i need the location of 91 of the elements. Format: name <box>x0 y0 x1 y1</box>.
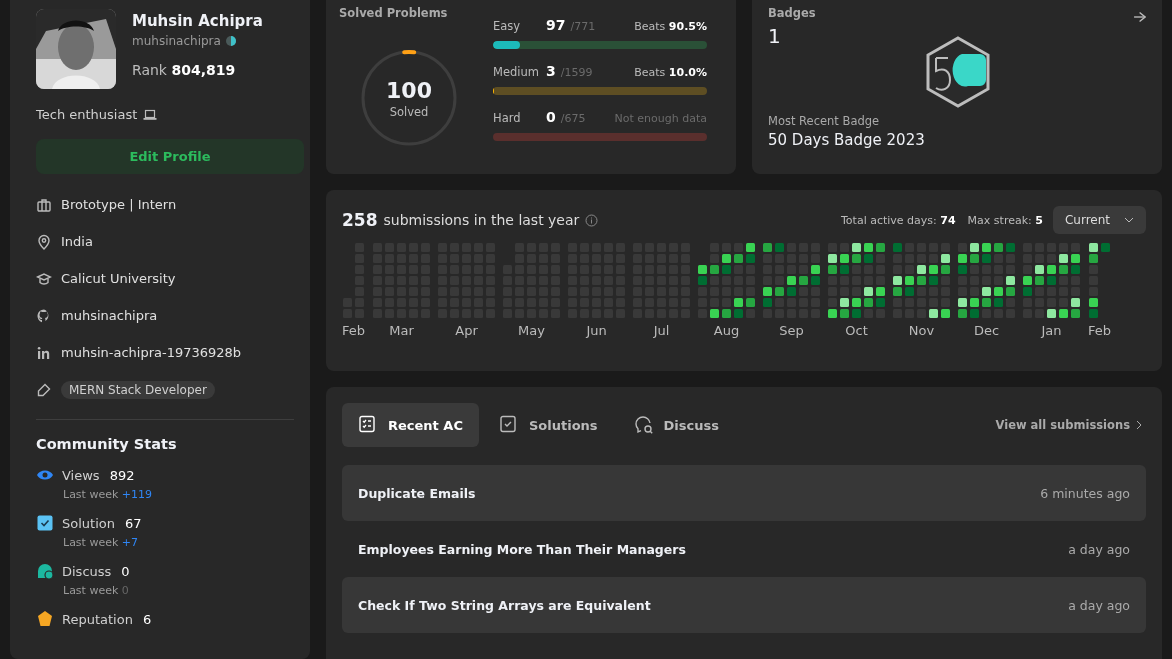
submission-row[interactable]: Duplicate Emails 6 minutes ago <box>342 465 1146 521</box>
difficulty-total: /771 <box>570 20 596 33</box>
difficulty-label: Easy <box>493 19 522 33</box>
badge-name: 50 Days Badge 2023 <box>768 131 926 149</box>
linkedin-icon <box>36 344 52 361</box>
skill-tag: MERN Stack Developer <box>61 380 215 399</box>
month-label: Dec <box>973 323 1000 338</box>
year-dropdown[interactable]: Current <box>1052 206 1146 234</box>
submission-time: a day ago <box>1068 597 1130 613</box>
checkbox-icon <box>36 514 54 532</box>
checkbox-icon <box>498 415 519 435</box>
detail-text: India <box>61 234 93 249</box>
rank-text: Rank 804,819 <box>132 62 237 78</box>
badge-count: 1 <box>768 24 782 48</box>
beats-text: Not enough data <box>614 112 707 125</box>
laptop-icon <box>143 108 158 121</box>
card-title: Solved Problems <box>339 6 449 20</box>
award-icon <box>36 610 54 628</box>
chevron-right-icon <box>1136 420 1142 430</box>
stat-value: 67 <box>124 515 142 531</box>
tab[interactable]: Solutions <box>482 403 614 447</box>
stat-value: 6 <box>142 611 152 627</box>
detail-text: Calicut University <box>61 271 176 286</box>
submission-title[interactable]: Duplicate Emails <box>358 485 476 501</box>
bio-text: Tech enthusiast <box>36 107 138 122</box>
stat-value: 0 <box>121 563 130 579</box>
checklist-icon <box>358 415 378 435</box>
max-streak-text: Max streak: 5 <box>967 213 1043 227</box>
info-icon[interactable] <box>585 213 599 227</box>
stat-change: +7 <box>121 536 139 549</box>
month-label: Jan <box>1041 323 1062 338</box>
globe-icon <box>224 35 237 47</box>
solved-label: Solved <box>389 104 429 119</box>
stat-label: Reputation <box>62 611 133 627</box>
submission-title[interactable]: Employees Earning More Than Their Managers <box>358 541 686 557</box>
difficulty-total: /675 <box>560 112 586 125</box>
submission-title[interactable]: Check If Two String Arrays are Equivalent <box>358 597 651 613</box>
month-label: Mar <box>389 323 414 338</box>
month-label: Sep <box>779 323 804 338</box>
card-title: Badges <box>768 6 816 20</box>
active-days-text: Total active days: 74 <box>841 213 956 227</box>
submission-row[interactable]: Check If Two String Arrays are Equivalent a day ago <box>342 577 1146 633</box>
month-label: Jul <box>653 323 670 338</box>
stat-label: Discuss <box>62 563 112 579</box>
beats-text: Beats 10.0% <box>634 66 707 79</box>
solved-count: 100 <box>386 77 432 103</box>
difficulty-solved: 0 <box>546 109 556 125</box>
difficulty-solved: 3 <box>546 63 556 79</box>
badge-label: Most Recent Badge <box>768 114 881 128</box>
stat-period: Last week <box>63 584 120 597</box>
month-label: Feb <box>342 323 366 338</box>
stat-period: Last week <box>63 488 120 501</box>
month-label: Oct <box>845 323 868 338</box>
month-label: Aug <box>713 323 740 338</box>
profile-name: Muhsin Achipra <box>132 12 263 30</box>
view-all-link[interactable]: View all submissions <box>995 418 1142 432</box>
difficulty-label: Medium <box>493 65 540 79</box>
stat-change: 0 <box>121 584 129 597</box>
chevron-down-icon <box>1124 217 1134 223</box>
graduation-cap-icon <box>36 270 52 287</box>
calendar-title: submissions in the last year <box>383 212 580 228</box>
submission-count: 258 <box>342 210 378 230</box>
month-label: Feb <box>1088 323 1112 338</box>
edit-profile-button[interactable]: Edit Profile <box>36 139 304 174</box>
location-pin-icon <box>36 233 52 250</box>
stat-value: 892 <box>109 467 135 483</box>
chat-bubbles-icon <box>36 562 54 580</box>
stat-label: Views <box>62 467 100 483</box>
difficulty-label: Hard <box>493 111 522 125</box>
month-label: May <box>518 323 545 338</box>
section-title: Community Stats <box>36 436 178 452</box>
submission-time: a day ago <box>1068 541 1130 557</box>
detail-text: Brototype | Intern <box>61 197 177 212</box>
briefcase-icon <box>36 196 52 213</box>
tab[interactable]: Recent AC <box>342 403 479 447</box>
username: muhsinachipra <box>132 34 221 48</box>
tab[interactable]: Discuss <box>617 403 735 447</box>
difficulty-total: /1599 <box>560 66 593 79</box>
month-label: Apr <box>455 323 478 338</box>
submission-time: 6 minutes ago <box>1040 485 1130 501</box>
difficulty-solved: 97 <box>546 17 566 33</box>
chat-search-icon <box>633 415 654 435</box>
beats-text: Beats 90.5% <box>634 20 707 33</box>
tag-icon <box>36 381 52 398</box>
profile-link[interactable]: muhsinachipra <box>61 308 158 323</box>
stat-period: Last week <box>63 536 120 549</box>
month-label: Jun <box>586 323 607 338</box>
month-label: Nov <box>908 323 935 338</box>
stat-label: Solution <box>62 515 115 531</box>
stat-change: +119 <box>121 488 153 501</box>
profile-link[interactable]: muhsin-achipra-19736928b <box>61 345 242 360</box>
